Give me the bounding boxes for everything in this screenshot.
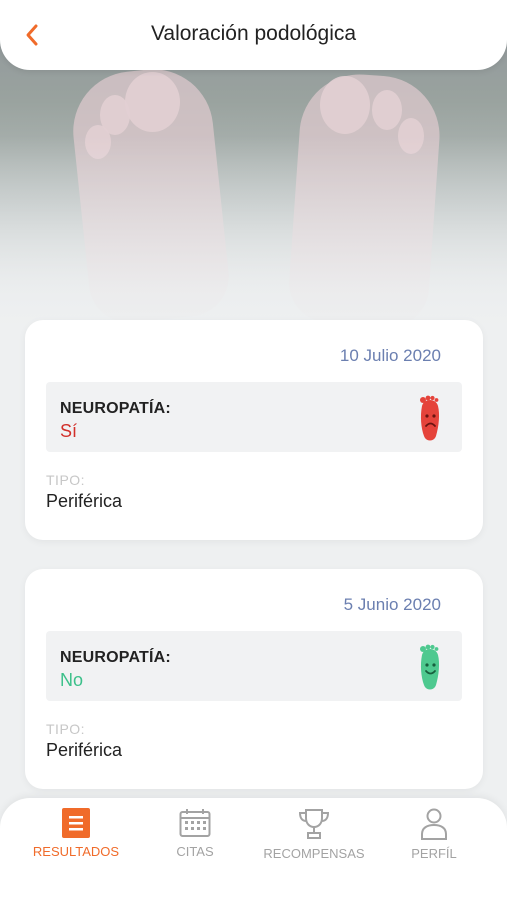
type-label: TIPO: bbox=[46, 472, 86, 488]
assessment-date: 10 Julio 2020 bbox=[339, 346, 441, 365]
neuropathy-box: NEUROPATÍA: Sí bbox=[46, 382, 462, 452]
neuropathy-value: No bbox=[60, 670, 84, 690]
nav-item-resultados[interactable]: RESULTADOS bbox=[28, 808, 124, 859]
sad-foot-icon bbox=[420, 395, 440, 441]
user-icon bbox=[421, 808, 447, 840]
assessment-card[interactable]: 10 Julio 2020 NEUROPATÍA: Sí TIPO: Perif… bbox=[25, 320, 483, 540]
nav-item-recompensas[interactable]: RECOMPENSAS bbox=[258, 808, 370, 861]
assessment-card[interactable]: 5 Junio 2020 NEUROPATÍA: No TIPO: Perifé… bbox=[25, 569, 483, 789]
neuropathy-label: NEUROPATÍA: bbox=[60, 649, 171, 666]
nav-label: RECOMPENSAS bbox=[263, 846, 365, 861]
neuropathy-box: NEUROPATÍA: No bbox=[46, 631, 462, 701]
assessment-date: 5 Junio 2020 bbox=[343, 595, 441, 614]
nav-item-perfil[interactable]: PERFÍL bbox=[404, 808, 464, 861]
type-value: Periférica bbox=[46, 740, 123, 760]
trophy-icon bbox=[298, 809, 330, 839]
neuropathy-label: NEUROPATÍA: bbox=[60, 400, 171, 417]
bottom-nav: RESULTADOS CITAS RECOMPENSAS PERFÍL bbox=[0, 798, 507, 900]
type-label: TIPO: bbox=[46, 721, 86, 737]
type-value: Periférica bbox=[46, 491, 123, 511]
nav-label: CITAS bbox=[176, 844, 214, 859]
nav-item-citas[interactable]: CITAS bbox=[165, 808, 225, 859]
nav-label: RESULTADOS bbox=[32, 844, 120, 859]
top-bar: Valoración podológica bbox=[0, 0, 507, 70]
list-icon bbox=[62, 808, 90, 838]
happy-foot-icon bbox=[420, 644, 440, 690]
nav-label: PERFÍL bbox=[411, 846, 457, 861]
calendar-icon bbox=[179, 809, 211, 837]
neuropathy-value: Sí bbox=[60, 421, 78, 441]
page-title: Valoración podológica bbox=[150, 22, 357, 45]
